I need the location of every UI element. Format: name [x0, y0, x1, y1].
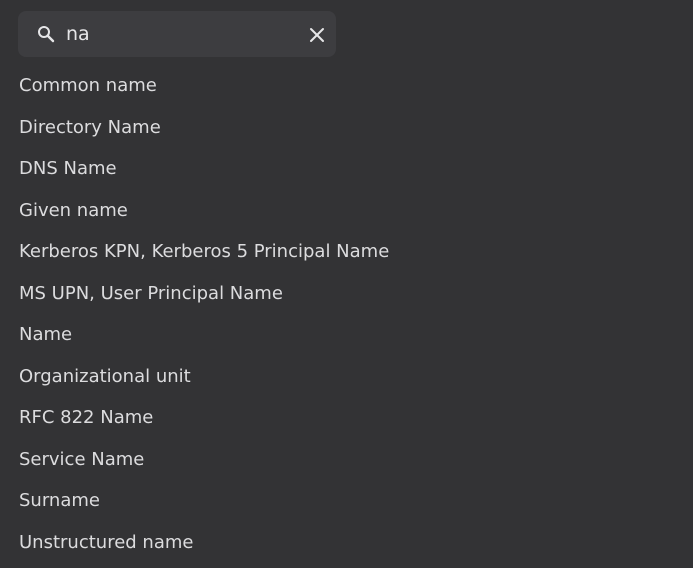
list-item[interactable]: Unstructured name [0, 522, 693, 564]
list-item[interactable]: RFC 822 Name [0, 397, 693, 439]
list-item[interactable]: Organizational unit [0, 356, 693, 398]
search-box[interactable] [18, 11, 336, 57]
search-icon [38, 26, 55, 43]
results-list: Common name Directory Name DNS Name Give… [0, 65, 693, 563]
search-input[interactable] [66, 11, 296, 57]
list-item[interactable]: DNS Name [0, 148, 693, 190]
close-icon[interactable] [306, 24, 328, 46]
list-item[interactable]: Name [0, 314, 693, 356]
list-item[interactable]: Given name [0, 190, 693, 232]
list-item[interactable]: MS UPN, User Principal Name [0, 273, 693, 315]
list-item[interactable]: Kerberos KPN, Kerberos 5 Principal Name [0, 231, 693, 273]
list-item[interactable]: Common name [0, 65, 693, 107]
list-item[interactable]: Service Name [0, 439, 693, 481]
list-item[interactable]: Directory Name [0, 107, 693, 149]
list-item[interactable]: Surname [0, 480, 693, 522]
